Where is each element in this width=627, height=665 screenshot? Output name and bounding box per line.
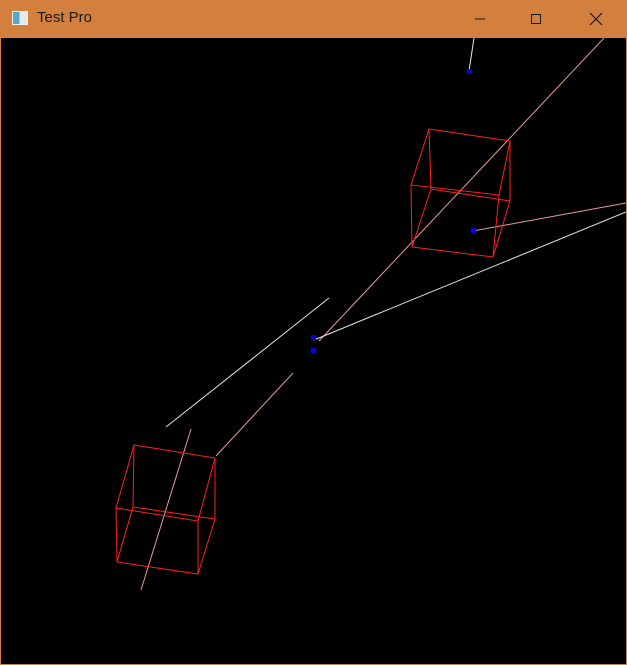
ray-line xyxy=(313,211,626,341)
wireframe-cube xyxy=(410,128,511,258)
app-window: Test Pro xyxy=(0,0,627,665)
ray-line xyxy=(165,297,330,428)
ray-line xyxy=(468,38,475,72)
marker-point xyxy=(311,348,316,353)
render-viewport[interactable] xyxy=(1,38,626,664)
ray-line xyxy=(215,372,294,457)
marker-point xyxy=(471,228,476,233)
ray-line xyxy=(318,38,605,342)
minimize-button[interactable] xyxy=(457,0,503,38)
title-bar[interactable]: Test Pro xyxy=(0,0,627,38)
window-title: Test Pro xyxy=(37,9,93,26)
maximize-button[interactable] xyxy=(513,0,559,38)
scene-canvas xyxy=(115,38,626,591)
app-icon xyxy=(12,11,28,25)
minimize-icon xyxy=(475,18,485,20)
maximize-icon xyxy=(531,14,541,24)
close-icon xyxy=(589,12,603,26)
marker-point xyxy=(467,69,472,74)
close-button[interactable] xyxy=(573,0,619,38)
marker-point xyxy=(311,335,316,340)
